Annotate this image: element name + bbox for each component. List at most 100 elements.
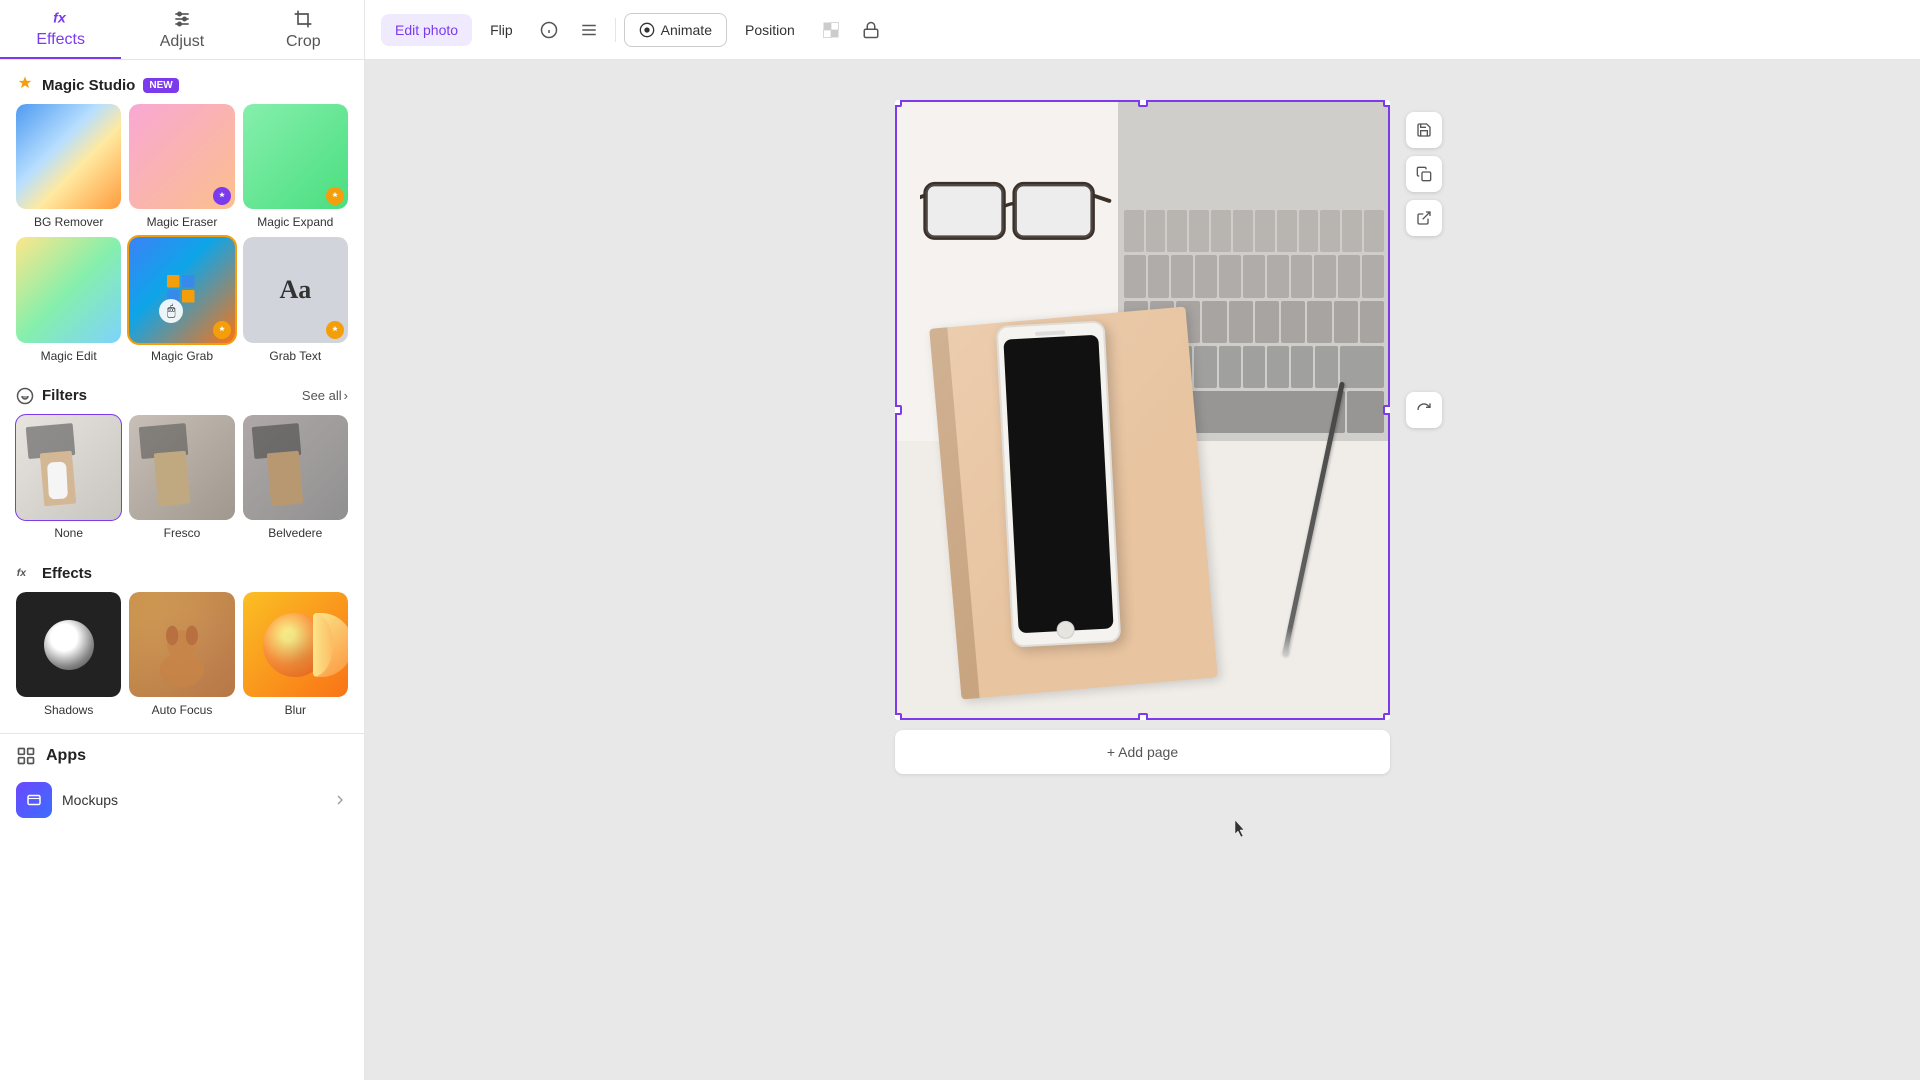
- position-button[interactable]: Position: [731, 14, 809, 46]
- canvas-actions: [1406, 112, 1442, 236]
- grab-text-item[interactable]: Aa Grab Text: [243, 237, 348, 362]
- edit-photo-button[interactable]: Edit photo: [381, 14, 472, 46]
- duplicate-button[interactable]: [1406, 156, 1442, 192]
- bg-remover-label: BG Remover: [34, 215, 103, 229]
- grab-text-label: Grab Text: [269, 349, 321, 363]
- magic-eraser-label: Magic Eraser: [147, 215, 218, 229]
- crop-icon: [293, 9, 313, 29]
- transparency-button[interactable]: [813, 12, 849, 48]
- apps-icon: [16, 746, 36, 766]
- tab-adjust-label: Adjust: [160, 33, 204, 51]
- canvas-image[interactable]: [895, 100, 1390, 720]
- cursor-position: [1235, 820, 1247, 840]
- canvas-container: [895, 100, 1390, 720]
- glasses-graphic: [920, 150, 1143, 274]
- effects-section-title: Effects: [42, 565, 92, 582]
- effect-shadows-item[interactable]: Shadows: [16, 592, 121, 717]
- save-to-library-button[interactable]: [1406, 112, 1442, 148]
- filter-none-item[interactable]: None: [16, 415, 121, 540]
- lock-button[interactable]: [853, 12, 889, 48]
- star-icon3: [217, 325, 227, 335]
- effect-autofocus-item[interactable]: Auto Focus: [129, 592, 234, 717]
- magic-grab-label: Magic Grab: [151, 349, 213, 363]
- save-library-icon: [1416, 122, 1432, 138]
- tab-effects[interactable]: fx Effects: [0, 0, 121, 59]
- magic-eraser-badge: [213, 187, 231, 205]
- mockups-label: Mockups: [62, 792, 118, 808]
- bg-remover-item[interactable]: BG Remover: [16, 104, 121, 229]
- flip-button[interactable]: Flip: [476, 14, 527, 46]
- canvas-area: + Add page: [365, 60, 1920, 1080]
- lock-icon: [862, 21, 880, 39]
- tab-adjust[interactable]: Adjust: [121, 0, 242, 59]
- new-badge: NEW: [143, 78, 178, 93]
- effects-section-icon: fx: [16, 564, 34, 582]
- side-refresh-button[interactable]: [1406, 392, 1442, 428]
- filters-grid: None Fresco: [0, 415, 364, 548]
- mockups-item[interactable]: Mockups: [16, 774, 348, 826]
- duplicate-icon: [1416, 166, 1432, 182]
- effects-section: fx Effects Shadows: [0, 548, 364, 725]
- add-page-label: + Add page: [1107, 744, 1178, 760]
- main-toolbar: Edit photo Flip Animate Position: [365, 0, 1920, 59]
- magic-grab-item[interactable]: 🖱 Magic Grab: [129, 237, 234, 362]
- magic-studio-grid: BG Remover Magic Eraser: [0, 104, 364, 371]
- animate-icon: [639, 22, 655, 38]
- effects-icon: fx: [51, 8, 71, 27]
- svg-text:fx: fx: [53, 10, 67, 26]
- filter-fresco-label: Fresco: [164, 526, 201, 540]
- filter-belvedere-label: Belvedere: [268, 526, 322, 540]
- desk-scene: [895, 100, 1390, 720]
- tab-crop-label: Crop: [286, 33, 321, 51]
- info-button[interactable]: [531, 12, 567, 48]
- effect-shadows-label: Shadows: [44, 703, 93, 717]
- tab-effects-label: Effects: [36, 31, 85, 49]
- cursor-svg: [1235, 820, 1247, 840]
- sidebar: Magic Studio NEW BG Remover: [0, 60, 365, 1080]
- filter-fresco-item[interactable]: Fresco: [129, 415, 234, 540]
- svg-text:fx: fx: [17, 567, 27, 579]
- tab-crop[interactable]: Crop: [243, 0, 364, 59]
- magic-studio-header: Magic Studio NEW: [0, 60, 364, 104]
- magic-studio-title: Magic Studio: [42, 77, 135, 94]
- open-external-button[interactable]: [1406, 200, 1442, 236]
- toolbar-divider: [615, 18, 616, 42]
- filters-icon: [16, 387, 34, 405]
- cursor-indicator: 🖱: [159, 299, 183, 323]
- apps-header: Apps: [16, 746, 348, 766]
- filter-none-label: None: [54, 526, 83, 540]
- see-all-button[interactable]: See all ›: [302, 388, 348, 403]
- adjust-icon: [172, 9, 192, 29]
- magic-edit-item[interactable]: Magic Edit: [16, 237, 121, 362]
- magic-expand-badge: [326, 187, 344, 205]
- star-icon2: [330, 191, 340, 201]
- sidebar-tabs: fx Effects Adjust Crop: [0, 0, 365, 59]
- effects-grid: Shadows: [0, 592, 364, 725]
- info-icon: [540, 21, 558, 39]
- filters-section: Filters See all ›: [0, 371, 364, 548]
- effects-header: fx Effects: [0, 548, 364, 592]
- apps-title: Apps: [46, 747, 86, 765]
- filter-belvedere-item[interactable]: Belvedere: [243, 415, 348, 540]
- mockups-chevron-icon: [332, 792, 348, 808]
- phone-screen: [1003, 335, 1113, 634]
- effect-blur-item[interactable]: Blur: [243, 592, 348, 717]
- magic-studio-section: Magic Studio NEW BG Remover: [0, 60, 364, 371]
- menu-button[interactable]: [571, 12, 607, 48]
- menu-icon: [580, 21, 598, 39]
- animate-button[interactable]: Animate: [624, 13, 727, 47]
- refresh-icon: [1416, 402, 1432, 418]
- effect-blur-label: Blur: [285, 703, 306, 717]
- magic-expand-item[interactable]: Magic Expand: [243, 104, 348, 229]
- shadows-graphic: [44, 620, 94, 670]
- mockups-svg: [25, 791, 43, 809]
- apps-section: Apps Mockups: [0, 733, 364, 838]
- magic-eraser-item[interactable]: Magic Eraser: [129, 104, 234, 229]
- effect-autofocus-label: Auto Focus: [152, 703, 213, 717]
- filters-title: Filters: [42, 387, 87, 404]
- star-icon4: [330, 325, 340, 335]
- add-page-bar[interactable]: + Add page: [895, 730, 1390, 774]
- phone-graphic: [996, 321, 1122, 649]
- mockups-icon: [16, 782, 52, 818]
- magic-grab-badge: [213, 321, 231, 339]
